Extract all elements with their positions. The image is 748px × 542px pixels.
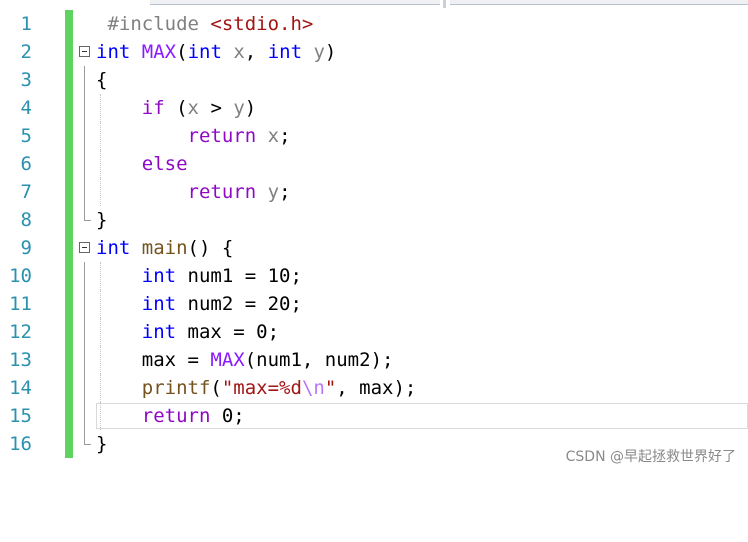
code-line-5[interactable]: return x;	[76, 122, 748, 150]
code-text: num2 = 20;	[176, 293, 302, 315]
code-line-9[interactable]: int main() {	[76, 234, 748, 262]
return-keyword: return	[187, 181, 257, 203]
variable: x	[187, 97, 199, 119]
preprocessor-directive: #include	[107, 13, 211, 35]
code-line-4[interactable]: if (x > y)	[76, 94, 748, 122]
line-number: 5	[20, 125, 32, 147]
code-line-10[interactable]: int num1 = 10;	[76, 262, 748, 290]
if-keyword: if	[141, 97, 165, 119]
line-number: 6	[20, 153, 32, 175]
line-number: 1	[20, 13, 32, 35]
code-line-2[interactable]: int MAX(int x, int y)	[76, 38, 748, 66]
paren: (	[164, 97, 188, 119]
code-text: num1 = 10;	[176, 265, 302, 287]
variable: y	[233, 97, 245, 119]
return-keyword: return	[187, 125, 257, 147]
type-keyword: int	[141, 321, 177, 343]
line-number: 8	[20, 209, 32, 231]
line-number: 15	[9, 405, 32, 427]
semicolon: ;	[279, 181, 291, 203]
line-number: 12	[9, 321, 32, 343]
line-number: 14	[9, 377, 32, 399]
paren: )	[244, 97, 257, 119]
paren: )	[324, 41, 337, 63]
string-literal: "max=%d	[221, 377, 302, 399]
collapse-icon[interactable]	[79, 242, 90, 253]
escape-sequence: \n	[301, 377, 325, 399]
code-text: (num1, num2);	[244, 349, 394, 371]
function-call: MAX	[210, 349, 245, 371]
line-number-gutter: 1 2 3 4 5 6 7 8 9 10 11 12 13 14 15 16	[0, 10, 40, 458]
code-text: 0;	[210, 405, 245, 427]
code-text: () {	[187, 237, 234, 259]
change-tracking-bar	[65, 10, 73, 458]
code-line-11[interactable]: int num2 = 20;	[76, 290, 748, 318]
type-keyword: int	[141, 265, 177, 287]
line-number: 4	[20, 97, 32, 119]
code-line-12[interactable]: int max = 0;	[76, 318, 748, 346]
type-keyword: int	[267, 41, 303, 63]
operator: >	[199, 97, 234, 119]
function-name: MAX	[141, 41, 177, 63]
paren: (	[210, 377, 222, 399]
variable: x	[267, 125, 280, 147]
line-number: 13	[9, 349, 32, 371]
paren: (	[176, 41, 188, 63]
function-name: main	[141, 237, 188, 259]
return-keyword: return	[141, 405, 211, 427]
string-literal: "	[324, 377, 337, 399]
top-tab-strip	[0, 0, 748, 8]
type-keyword: int	[96, 237, 131, 259]
line-number: 9	[20, 237, 32, 259]
watermark: CSDN @早起拯救世界好了	[565, 449, 736, 465]
code-text: , max);	[336, 377, 417, 399]
line-number: 2	[20, 41, 32, 63]
code-line-13[interactable]: max = MAX(num1, num2);	[76, 346, 748, 374]
line-number: 7	[20, 181, 32, 203]
parameter: x	[233, 41, 245, 63]
brace: }	[96, 209, 108, 231]
else-keyword: else	[141, 153, 188, 175]
code-editor[interactable]: #include <stdio.h> int MAX(int x, int y)…	[76, 10, 748, 458]
navigation-bar-left[interactable]	[150, 0, 440, 5]
brace: {	[96, 69, 108, 91]
line-number: 10	[9, 265, 32, 287]
navigation-bar-right[interactable]	[450, 0, 748, 5]
type-keyword: int	[96, 41, 131, 63]
code-line-7[interactable]: return y;	[76, 178, 748, 206]
line-number: 3	[20, 69, 32, 91]
parameter: y	[313, 41, 325, 63]
collapse-icon[interactable]	[79, 46, 90, 57]
type-keyword: int	[141, 293, 177, 315]
code-text: max =	[141, 349, 211, 371]
code-line-8[interactable]: }	[76, 206, 748, 234]
comma: ,	[244, 41, 268, 63]
type-keyword: int	[187, 41, 222, 63]
code-line-6[interactable]: else	[76, 150, 748, 178]
include-header: <stdio.h>	[210, 13, 314, 35]
code-line-14[interactable]: printf("max=%d\n", max);	[76, 374, 748, 402]
code-line-3[interactable]: {	[76, 66, 748, 94]
code-text: max = 0;	[176, 321, 280, 343]
semicolon: ;	[279, 125, 291, 147]
brace: }	[96, 433, 108, 455]
code-line-1[interactable]: #include <stdio.h>	[76, 10, 748, 38]
variable: y	[267, 181, 280, 203]
function-call: printf	[141, 377, 211, 399]
navigation-bar-separator	[443, 0, 446, 8]
line-number: 11	[9, 293, 32, 315]
line-number: 16	[9, 433, 32, 455]
code-line-15[interactable]: return 0;	[76, 402, 748, 430]
